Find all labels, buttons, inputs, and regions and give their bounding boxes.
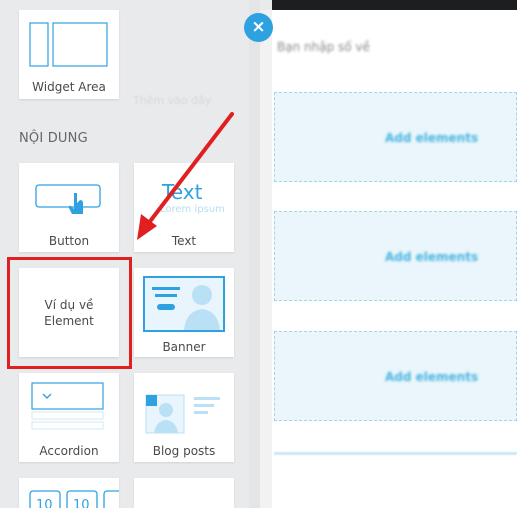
- arrow-annotation-icon: [137, 112, 234, 240]
